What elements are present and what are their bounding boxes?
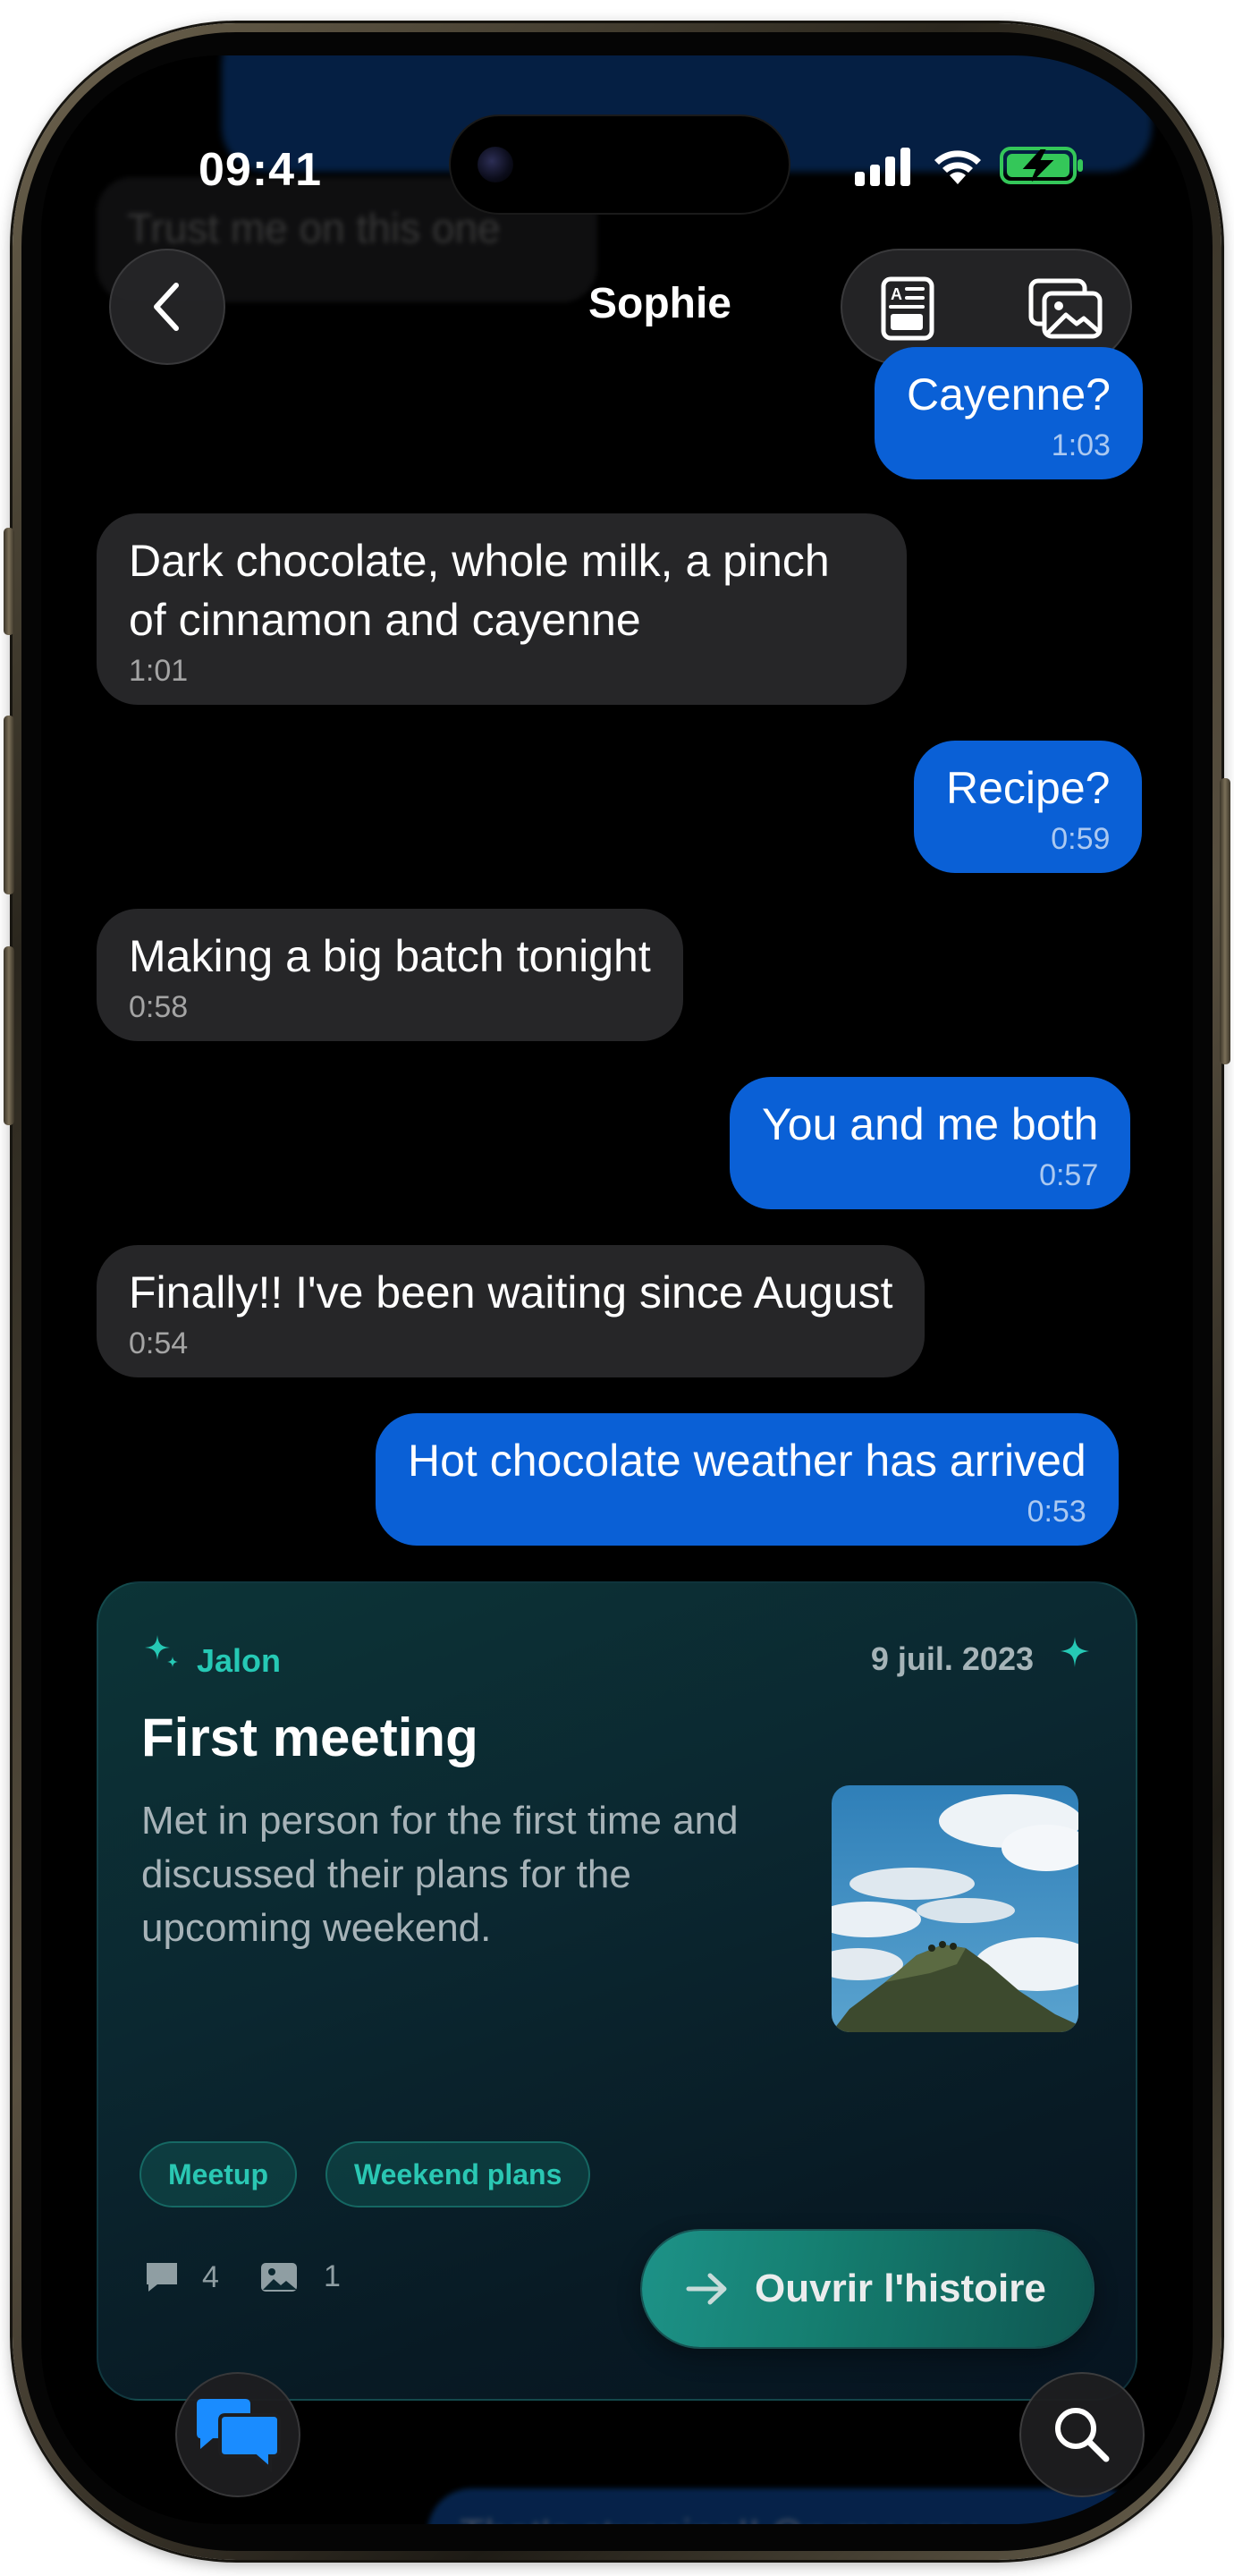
- tag-chip[interactable]: Meetup: [139, 2141, 297, 2207]
- message-bubble-outgoing[interactable]: Hot chocolate weather has arrived 0:53: [376, 1413, 1119, 1546]
- message-bubble-outgoing[interactable]: You and me both 0:57: [730, 1077, 1131, 1209]
- open-story-button[interactable]: Ouvrir l'histoire: [642, 2231, 1093, 2347]
- message-time: 0:53: [1027, 1495, 1086, 1529]
- chat-button[interactable]: [175, 2372, 300, 2497]
- message-time: 1:03: [1051, 428, 1111, 462]
- milestone-card[interactable]: Jalon 9 juil. 2023 First meeting Met in …: [97, 1581, 1137, 2401]
- message-bubble-incoming[interactable]: Making a big batch tonight 0:58: [97, 909, 683, 1041]
- message-text: Making a big batch tonight: [129, 931, 651, 981]
- sparkle-icon: [1061, 1637, 1089, 1667]
- sparkle-icon: [145, 1635, 178, 1667]
- comment-count-value: 4: [202, 2259, 219, 2294]
- photo-count-value: 1: [324, 2259, 341, 2293]
- open-story-label: Ouvrir l'histoire: [755, 2267, 1046, 2310]
- document-button[interactable]: A: [876, 276, 939, 341]
- message-text: Recipe?: [946, 763, 1111, 813]
- scrolled-message-bottom: That's stunning!! On my way: [427, 2488, 1143, 2524]
- wifi-icon: [934, 150, 981, 184]
- milestone-description: Met in person for the first time and dis…: [141, 1799, 739, 1950]
- message-time: 0:57: [1039, 1158, 1099, 1192]
- photo-icon: [261, 2262, 297, 2292]
- message-bubble-incoming[interactable]: Finally!! I've been waiting since August…: [97, 1245, 926, 1377]
- mountain-photo: [832, 1785, 1078, 2032]
- message-text: Finally!! I've been waiting since August: [129, 1267, 893, 1318]
- svg-text:A: A: [891, 285, 902, 303]
- front-camera-icon: [478, 147, 513, 182]
- comment-icon: [147, 2263, 177, 2292]
- volume-down-button: [4, 946, 14, 1125]
- document-icon: A: [881, 276, 934, 341]
- milestone-label: Jalon: [197, 1642, 282, 1679]
- search-icon: [1055, 2408, 1110, 2462]
- photo-gallery-button[interactable]: [1028, 277, 1103, 340]
- arrow-right-icon: [686, 2273, 727, 2305]
- message-text: You and me both: [762, 1099, 1099, 1149]
- search-button[interactable]: [1019, 2372, 1145, 2497]
- chat-bubbles-icon: [197, 2399, 281, 2472]
- status-time: 09:41: [199, 144, 322, 196]
- status-icons: [855, 145, 1087, 190]
- milestone-date: 9 juil. 2023: [870, 1640, 1034, 1677]
- dynamic-island: [451, 116, 789, 213]
- milestone-title: First meeting: [141, 1707, 478, 1767]
- chevron-left-icon: [154, 283, 179, 331]
- message-time: 1:01: [129, 654, 189, 688]
- message-bubble-incoming[interactable]: Dark chocolate, whole milk, a pinch of c…: [97, 513, 907, 705]
- contact-name: Sophie: [587, 280, 731, 327]
- message-text: Hot chocolate weather has arrived: [408, 1436, 1086, 1486]
- message-time: 0:58: [129, 990, 189, 1024]
- action-button: [4, 528, 14, 635]
- photo-count: 1: [259, 2259, 341, 2294]
- cellular-signal-icon: [855, 148, 910, 186]
- battery-charging-icon: [1000, 147, 1083, 184]
- power-button: [1220, 778, 1230, 1064]
- message-time: 0:59: [1051, 822, 1111, 856]
- message-text: Cayenne?: [907, 369, 1111, 419]
- tag-chip[interactable]: Weekend plans: [325, 2141, 591, 2207]
- volume-up-button: [4, 716, 14, 894]
- photo-gallery-icon: [1028, 278, 1103, 339]
- screen: Trust me on this one 09:41 Sophie A Caye…: [41, 55, 1193, 2524]
- message-text: Dark chocolate, whole milk, a pinch of c…: [129, 536, 830, 645]
- message-time: 0:54: [129, 1326, 189, 1360]
- message-bubble-outgoing[interactable]: Recipe? 0:59: [914, 741, 1143, 873]
- back-button[interactable]: [109, 249, 225, 365]
- message-bubble-outgoing[interactable]: Cayenne? 1:03: [875, 347, 1143, 479]
- comment-count: 4: [143, 2259, 219, 2295]
- milestone-photo[interactable]: [832, 1785, 1078, 2032]
